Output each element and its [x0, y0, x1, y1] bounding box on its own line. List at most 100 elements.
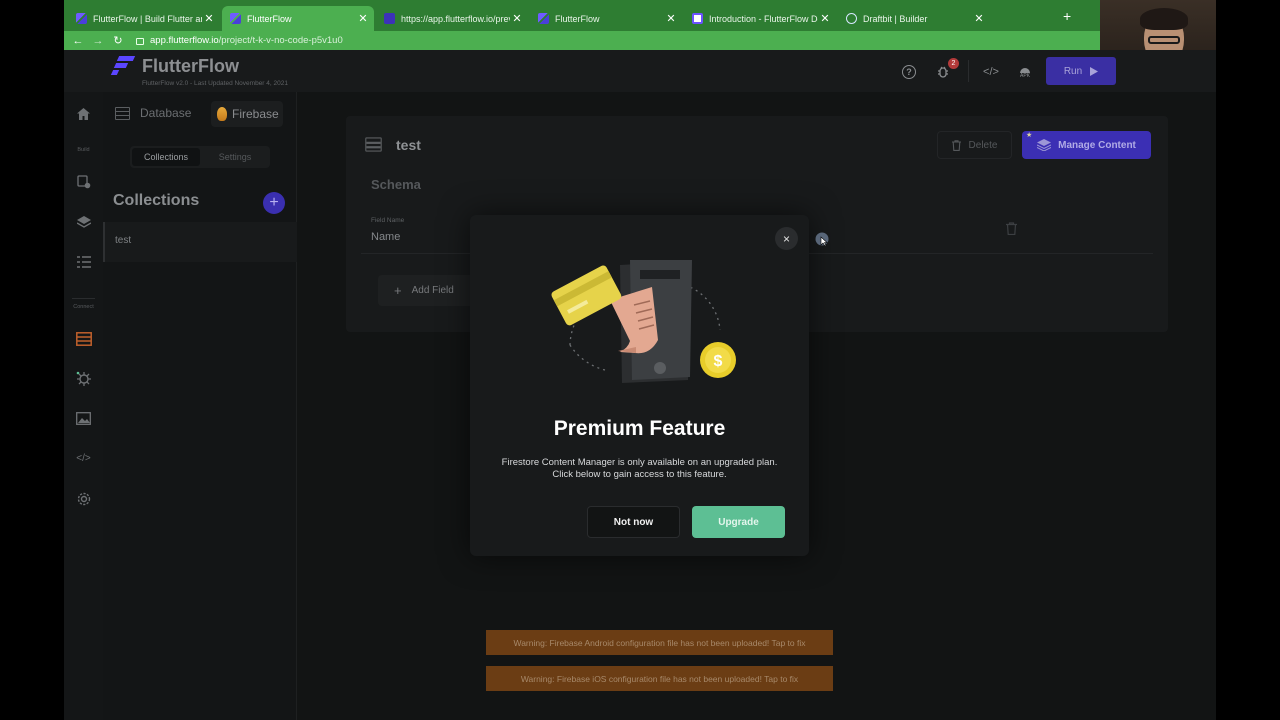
forward-arrow-icon[interactable]: → — [88, 35, 108, 47]
coin-dollar-symbol: $ — [714, 353, 723, 370]
delete-label: Delete — [968, 139, 998, 151]
manage-content-label: Manage Content — [1058, 139, 1136, 151]
stack-icon — [1037, 139, 1052, 151]
screen: FlutterFlow | Build Flutter and Fl ✕ Flu… — [0, 0, 1280, 720]
not-now-button[interactable]: Not now — [587, 506, 680, 538]
delete-button[interactable]: Delete — [937, 131, 1012, 159]
android-apk-icon[interactable]: APK — [1014, 61, 1036, 83]
browser-tab[interactable]: https://app.flutterflow.io/previe ✕ — [376, 6, 528, 31]
database-icon[interactable] — [74, 329, 93, 348]
plus-icon: + — [394, 283, 402, 298]
tab-title: Draftbit | Builder — [863, 13, 928, 24]
tab-title: https://app.flutterflow.io/previe — [401, 13, 510, 24]
browser-tab[interactable]: Introduction - FlutterFlow Docs ✕ — [684, 6, 836, 31]
reload-icon[interactable]: ↻ — [108, 34, 128, 47]
field-name-value[interactable]: Name — [371, 231, 400, 243]
firebase-flame-icon — [217, 107, 227, 121]
add-field-label: Add Field — [411, 285, 454, 296]
manage-content-button[interactable]: ★ Manage Content — [1022, 131, 1151, 159]
api-settings-icon[interactable] — [74, 369, 93, 388]
person-hair — [1140, 8, 1188, 30]
close-tab-icon[interactable]: ✕ — [510, 12, 524, 25]
mouse-cursor-icon — [815, 232, 829, 246]
flutterflow-favicon-icon — [76, 13, 87, 24]
upgrade-button[interactable]: Upgrade — [692, 506, 785, 538]
app-header: FlutterFlow FlutterFlow v2.0 - Last Upda… — [64, 50, 1216, 92]
firebase-tab-label: Firebase — [232, 107, 279, 121]
connect-section-label: Connect — [73, 304, 94, 310]
android-config-warning[interactable]: Warning: Firebase Android configuration … — [486, 630, 833, 655]
schema-heading: Schema — [371, 177, 421, 192]
trash-icon — [951, 139, 961, 151]
version-text: FlutterFlow v2.0 - Last Updated November… — [142, 80, 288, 87]
modal-description: Firestore Content Manager is only availa… — [501, 457, 778, 480]
url-path: /project/t-k-v-no-code-p5v1u0 — [218, 35, 343, 46]
pages-icon[interactable] — [74, 172, 93, 191]
delete-field-icon[interactable] — [1006, 222, 1017, 238]
url-host: app.flutterflow.io — [150, 35, 219, 46]
payment-illustration: $ — [551, 260, 736, 383]
flutterflow-favicon-icon — [538, 13, 549, 24]
custom-code-icon[interactable]: </> — [74, 449, 93, 468]
collection-title: test — [396, 137, 421, 153]
close-tab-icon[interactable]: ✕ — [818, 12, 832, 25]
field-name-label: Field Name — [371, 217, 405, 224]
back-arrow-icon[interactable]: ← — [68, 35, 88, 47]
lock-icon — [136, 38, 144, 45]
close-tab-icon[interactable]: ✕ — [664, 12, 678, 25]
media-assets-icon[interactable] — [74, 409, 93, 428]
error-count-badge: 2 — [948, 58, 959, 69]
collections-heading: Collections — [113, 192, 200, 209]
ios-config-warning[interactable]: Warning: Firebase iOS configuration file… — [486, 666, 833, 691]
close-icon[interactable]: × — [775, 227, 798, 250]
database-icon — [115, 106, 130, 120]
collections-settings-toggle: Collections Settings — [130, 146, 270, 168]
database-panel: Database Firebase Collections Settings C… — [103, 92, 297, 720]
modal-title: Premium Feature — [553, 417, 726, 440]
code-icon[interactable]: </> — [980, 61, 1002, 83]
build-section-label: Build — [77, 147, 90, 153]
home-icon[interactable] — [74, 104, 93, 123]
browser-tab[interactable]: Draftbit | Builder ✕ — [838, 6, 990, 31]
divider — [968, 60, 969, 82]
person-glasses — [1148, 36, 1180, 44]
star-icon: ★ — [1026, 132, 1033, 139]
add-field-button[interactable]: + Add Field — [378, 275, 478, 306]
close-tab-icon[interactable]: ✕ — [356, 12, 370, 25]
tab-collections[interactable]: Collections — [132, 148, 200, 166]
tab-title: Introduction - FlutterFlow Docs — [709, 13, 818, 24]
database-tab[interactable]: Database — [115, 106, 191, 120]
flutterflow-logo-icon — [110, 56, 136, 75]
brand-name: FlutterFlow — [142, 56, 239, 76]
docs-favicon-icon — [692, 13, 703, 24]
browser-tab-active[interactable]: FlutterFlow ✕ — [222, 6, 374, 31]
new-tab-button[interactable]: + — [1063, 8, 1071, 24]
flutterflow-favicon-icon — [230, 13, 241, 24]
close-tab-icon[interactable]: ✕ — [202, 12, 216, 25]
help-icon[interactable]: ? — [898, 61, 920, 83]
tab-title: FlutterFlow — [555, 13, 600, 24]
play-icon — [1090, 66, 1099, 76]
settings-gear-icon[interactable] — [74, 489, 93, 508]
address-bar: ← → ↻ app.flutterflow.io/project/t-k-v-n… — [64, 31, 1100, 50]
run-button[interactable]: Run — [1046, 57, 1116, 85]
browser-tab[interactable]: FlutterFlow | Build Flutter and Fl ✕ — [68, 6, 220, 31]
nav-rail: Build Connect </> — [64, 92, 103, 720]
collection-icon — [365, 137, 382, 152]
add-collection-button[interactable]: + — [263, 192, 285, 214]
divider — [72, 298, 95, 299]
collection-list-item[interactable]: test — [103, 222, 297, 262]
tab-title: FlutterFlow | Build Flutter and Fl — [93, 13, 202, 24]
close-tab-icon[interactable]: ✕ — [972, 12, 986, 25]
tab-settings[interactable]: Settings — [202, 148, 268, 166]
tree-list-icon[interactable] — [74, 252, 93, 271]
layers-icon[interactable] — [74, 212, 93, 231]
collection-name: test — [115, 235, 132, 246]
browser-tab-bar: FlutterFlow | Build Flutter and Fl ✕ Flu… — [64, 0, 1100, 31]
database-tab-label: Database — [140, 106, 192, 120]
firebase-tab[interactable]: Firebase — [211, 101, 283, 127]
globe-favicon-icon — [846, 13, 857, 24]
url-field[interactable]: app.flutterflow.io/project/t-k-v-no-code… — [150, 35, 343, 46]
premium-feature-modal: × $ Premium Feature Firestore Content Ma… — [470, 215, 809, 556]
browser-tab[interactable]: FlutterFlow ✕ — [530, 6, 682, 31]
